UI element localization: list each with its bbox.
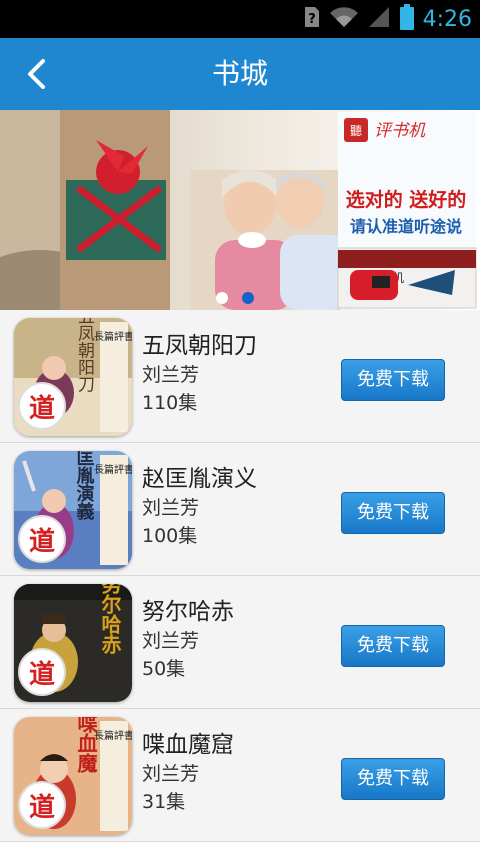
page-dot-1[interactable] [216,292,228,304]
banner-brand-label: 评书机 [374,121,426,141]
list-item[interactable]: 長篇評書 喋血魔 道 喋血魔窟 刘兰芳 31集 免费下载 [0,709,480,842]
book-cover: 努尔哈赤 道 [14,584,132,702]
book-title: 赵匡胤演义 [142,466,257,492]
book-cover: 長篇評書 五凤朝阳刀 道 [14,318,132,436]
dao-badge-icon: 道 [18,382,66,430]
app-header: 书城 [0,38,480,110]
page-dot-2-active[interactable] [242,292,254,304]
cover-title-text: 赵匡胤演義 [74,451,96,521]
book-title: 喋血魔窟 [142,732,234,758]
cover-title-text: 喋血魔 [74,717,98,774]
dao-badge-icon: 道 [18,781,66,829]
book-episode-count: 100集 [142,525,198,547]
status-icons: ? 4:26 [303,0,472,38]
free-download-button[interactable]: 免费下载 [341,758,445,800]
book-cover: 長篇評書 喋血魔 道 [14,717,132,835]
book-author: 刘兰芳 [142,364,200,386]
dao-badge-icon: 道 [18,648,66,696]
book-title: 五凤朝阳刀 [142,333,257,359]
book-author: 刘兰芳 [142,497,200,519]
book-episode-count: 110集 [142,392,198,414]
free-download-button[interactable]: 免费下载 [341,625,445,667]
dao-badge-icon: 道 [18,515,66,563]
cover-series-label: 長篇評書 [94,729,132,742]
promo-banner[interactable]: 聽 评书机 选对的 送好的 请认准道听途说 評书机 [0,110,480,310]
status-bar: ? 4:26 [0,0,480,38]
list-item[interactable]: 長篇評書 五凤朝阳刀 道 五凤朝阳刀 刘兰芳 110集 免费下载 [0,310,480,443]
wifi-icon [329,5,359,33]
book-title: 努尔哈赤 [142,599,234,625]
free-download-button[interactable]: 免费下载 [341,492,445,534]
cover-series-label: 長篇評書 [94,330,132,343]
book-episode-count: 31集 [142,791,186,813]
book-author: 刘兰芳 [142,630,200,652]
book-cover: 長篇評書 赵匡胤演義 道 [14,451,132,569]
banner-headline: 选对的 送好的 [346,188,467,211]
battery-icon [399,3,415,35]
signal-icon [367,5,391,33]
free-download-button[interactable]: 免费下载 [341,359,445,401]
list-item[interactable]: 長篇評書 赵匡胤演義 道 赵匡胤演义 刘兰芳 100集 免费下载 [0,443,480,576]
banner-subline: 请认准道听途说 [350,217,462,236]
page-title: 书城 [211,57,268,90]
svg-text:聽: 聽 [350,124,362,138]
list-item[interactable]: 努尔哈赤 道 努尔哈赤 刘兰芳 50集 免费下载 [0,576,480,709]
book-list: 長篇評書 五凤朝阳刀 道 五凤朝阳刀 刘兰芳 110集 免费下载 長篇評書 赵匡… [0,310,480,842]
svg-text:?: ? [308,12,316,27]
cover-title-text: 努尔哈赤 [98,584,122,655]
sim-question-icon: ? [303,5,321,33]
banner-image: 聽 评书机 选对的 送好的 请认准道听途说 評书机 [0,110,480,310]
cover-title-text: 五凤朝阳刀 [74,318,95,393]
book-author: 刘兰芳 [142,763,200,785]
book-episode-count: 50集 [142,658,186,680]
status-time: 4:26 [422,6,472,32]
cover-series-label: 長篇評書 [94,463,132,476]
banner-page-indicator [216,292,254,304]
